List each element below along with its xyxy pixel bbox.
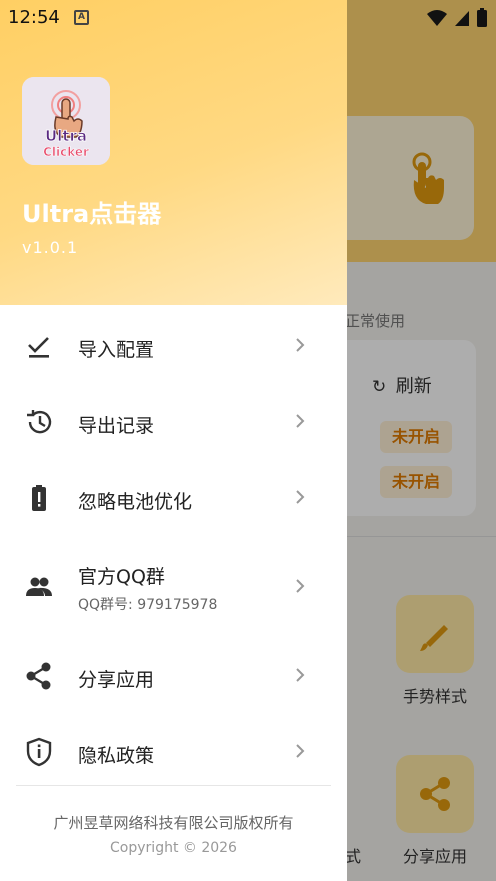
privacy-shield-icon: [26, 737, 52, 767]
footer-copyright: Copyright © 2026: [110, 840, 237, 856]
chevron-right-icon: [296, 744, 305, 758]
app-logo: Ultra Clicker: [22, 77, 110, 165]
status-time: 12:54: [8, 7, 60, 28]
menu-item-label: 导入配置: [78, 339, 155, 361]
menu-item-share-app[interactable]: 分享应用: [0, 639, 347, 715]
chevron-right-icon: [296, 338, 305, 352]
battery-alert-icon: [32, 485, 46, 511]
menu-item-privacy-policy[interactable]: 隐私政策: [0, 715, 347, 791]
app-version: v1.0.1: [22, 238, 79, 257]
chevron-right-icon: [296, 579, 305, 593]
status-bar: 12:54 A: [0, 0, 496, 36]
menu-item-label: 官方QQ群: [78, 566, 165, 588]
a-icon: A: [74, 10, 89, 25]
menu-item-label: 导出记录: [78, 415, 155, 437]
menu-item-export-records[interactable]: 导出记录: [0, 385, 347, 461]
history-icon: [27, 410, 52, 434]
wifi-icon: [427, 10, 447, 26]
logo-text-clicker: Clicker: [43, 145, 89, 159]
menu-item-label: 隐私政策: [78, 745, 155, 767]
navigation-drawer: Ultra Clicker Ultra点击器 v1.0.1 导入配置 导出记录: [0, 0, 347, 881]
qq-group-number: QQ群号: 979175978: [78, 597, 218, 613]
menu-item-import-config[interactable]: 导入配置: [0, 309, 347, 385]
chevron-right-icon: [296, 668, 305, 682]
chevron-right-icon: [296, 414, 305, 428]
menu-item-label: 分享应用: [78, 669, 155, 691]
logo-text-ultra: Ultra: [45, 127, 87, 145]
import-check-icon: [28, 337, 49, 358]
chevron-right-icon: [296, 490, 305, 504]
drawer-header: Ultra Clicker Ultra点击器 v1.0.1: [0, 0, 347, 305]
group-icon: [26, 577, 52, 596]
status-icons: [426, 8, 488, 28]
battery-icon: [477, 8, 487, 27]
menu-item-official-qq-group[interactable]: 官方QQ群 QQ群号: 979175978: [0, 548, 347, 628]
menu-item-ignore-battery-optimization[interactable]: 忽略电池优化: [0, 461, 347, 537]
app-name: Ultra点击器: [22, 200, 162, 228]
menu-item-label: 忽略电池优化: [78, 491, 193, 513]
signal-icon: [455, 11, 469, 26]
footer-divider: [16, 785, 331, 786]
share-icon: [26, 662, 51, 690]
footer-company: 广州昱草网络科技有限公司版权所有: [53, 814, 294, 832]
